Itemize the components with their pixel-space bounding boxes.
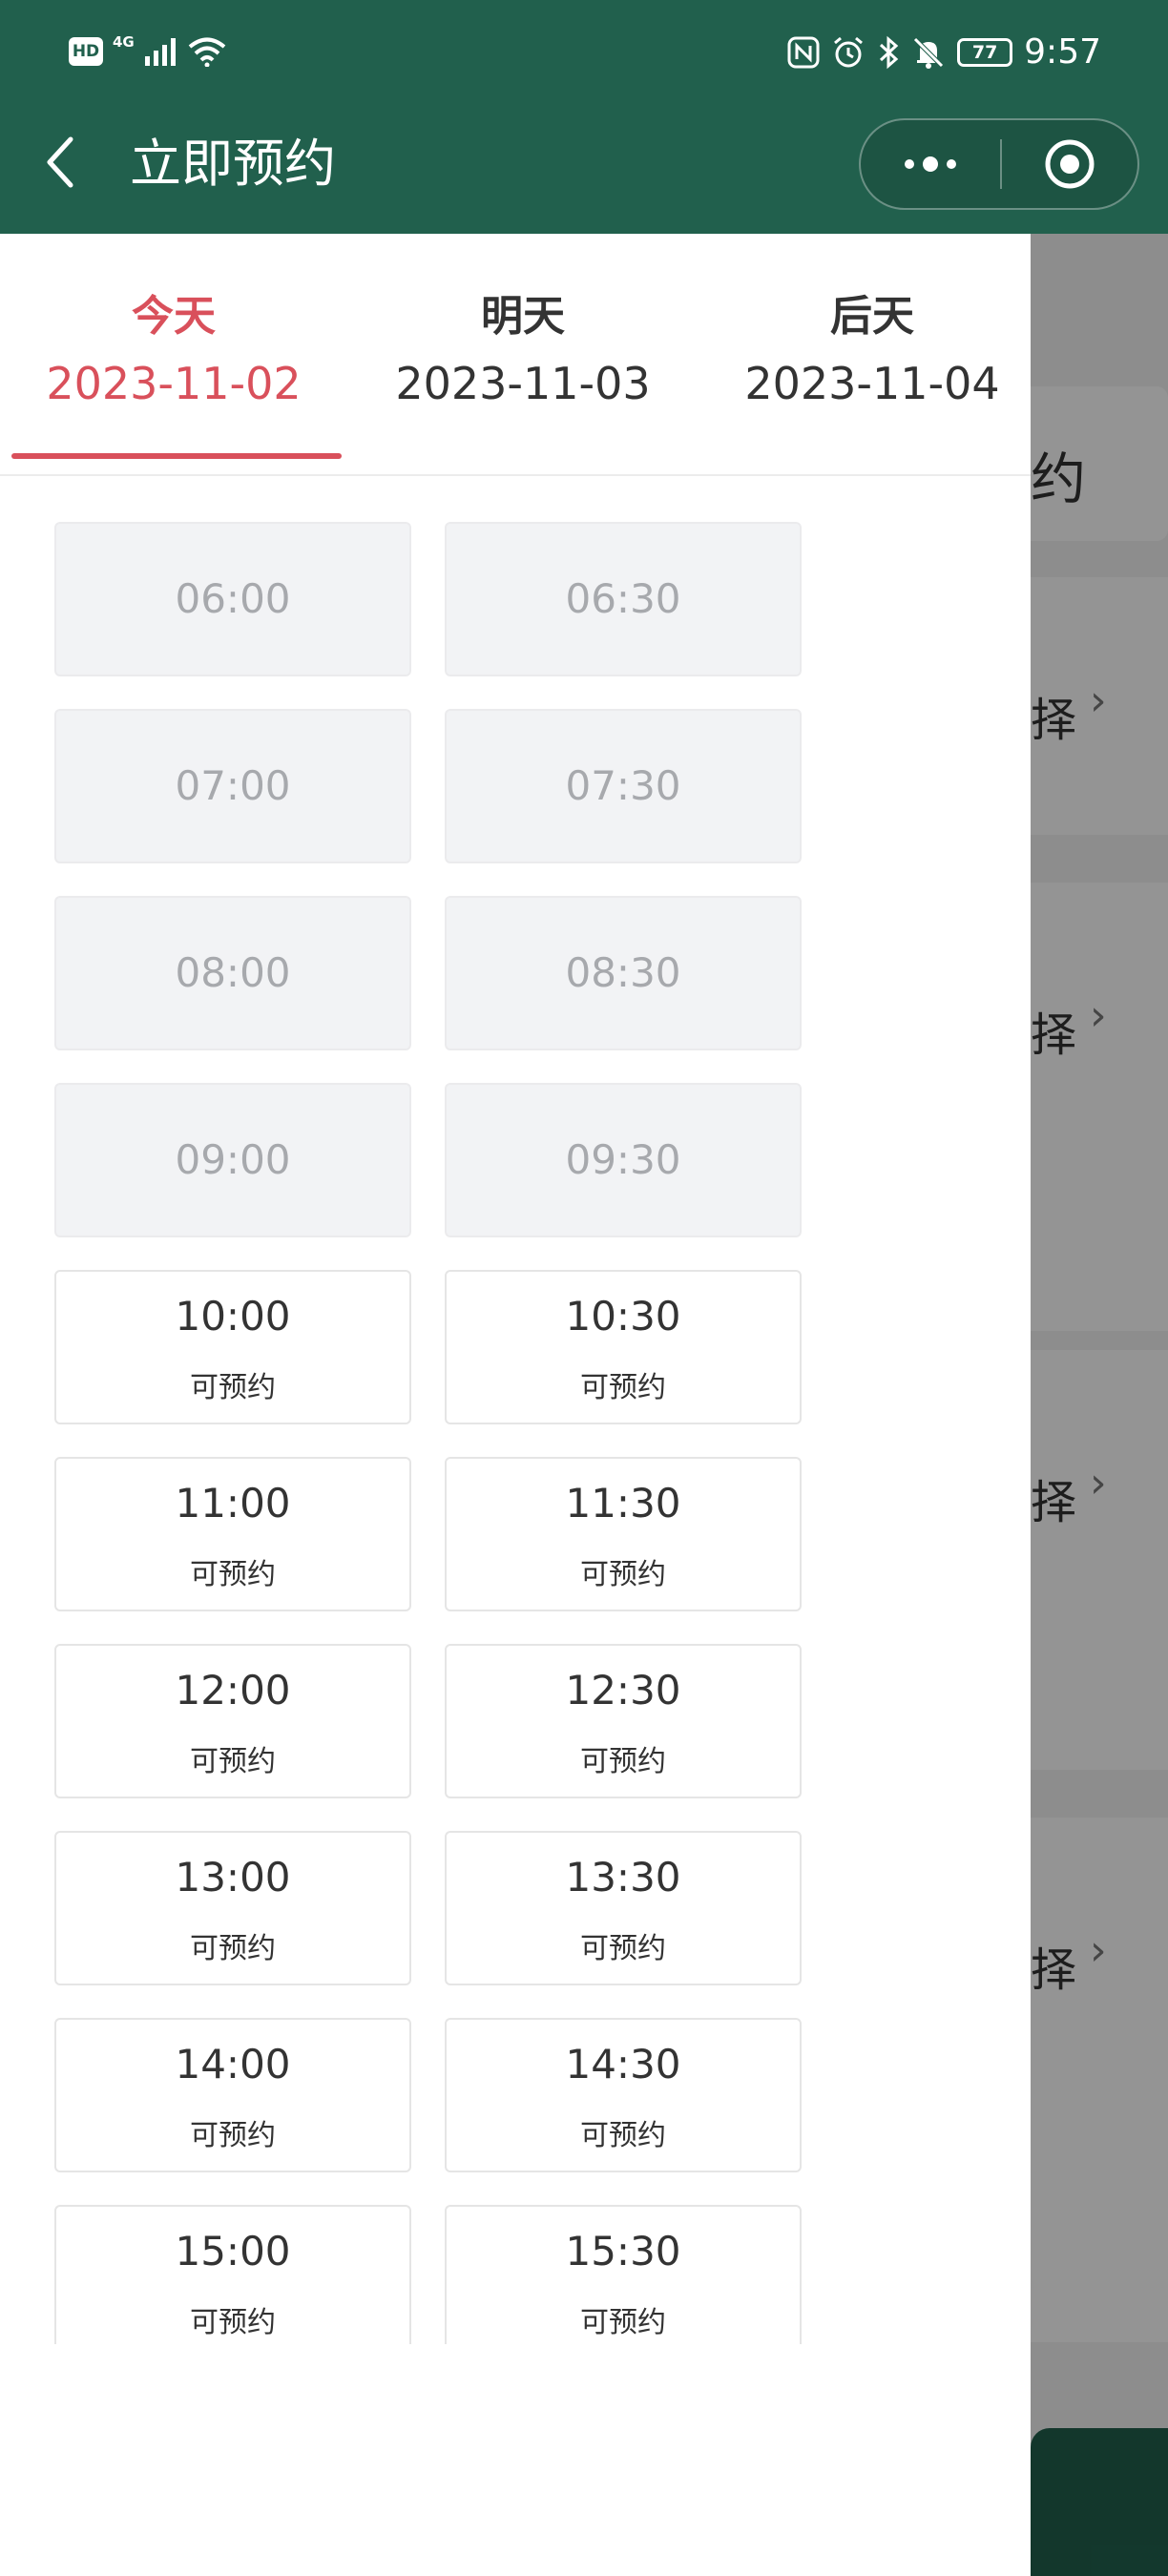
slot-status: 可预约 bbox=[580, 1932, 666, 1965]
time-slot[interactable]: 12:30 可预约 bbox=[445, 1644, 802, 1798]
bluetooth-icon bbox=[880, 35, 899, 69]
time-slot[interactable]: 14:00 可预约 bbox=[54, 2018, 411, 2172]
slot-time: 15:30 bbox=[565, 2228, 681, 2275]
tab-date-label: 2023-11-03 bbox=[395, 358, 651, 409]
tab-date-label: 2023-11-02 bbox=[46, 358, 302, 409]
time-slot: 06:30 bbox=[445, 522, 802, 676]
nfc-icon bbox=[787, 36, 820, 68]
time-slot: 09:00 bbox=[54, 1083, 411, 1237]
tab-day-label: 明天 bbox=[481, 292, 565, 341]
slot-time: 07:00 bbox=[175, 762, 291, 809]
slot-time: 11:30 bbox=[565, 1480, 681, 1527]
slot-status: 可预约 bbox=[190, 2119, 276, 2152]
time-slot: 07:30 bbox=[445, 709, 802, 863]
tab-day-label: 后天 bbox=[830, 292, 914, 341]
slot-status: 可预约 bbox=[580, 1371, 666, 1404]
date-tabs: 今天 2023-11-02 明天 2023-11-03 后天 2023-11-0… bbox=[0, 234, 1031, 476]
slot-time: 08:30 bbox=[565, 949, 681, 996]
slot-status: 可预约 bbox=[190, 1932, 276, 1965]
network-type: 4G bbox=[113, 33, 135, 51]
time-slot: 08:00 bbox=[54, 896, 411, 1050]
time-slot: 06:00 bbox=[54, 522, 411, 676]
slot-time: 14:30 bbox=[565, 2041, 681, 2088]
hd-badge: HD bbox=[69, 37, 103, 66]
slot-time: 14:00 bbox=[175, 2041, 291, 2088]
target-circle-icon bbox=[1045, 139, 1095, 189]
top-bar: HD 4G 77 9:57 立即预约 bbox=[0, 0, 1168, 234]
slot-time: 07:30 bbox=[565, 762, 681, 809]
slot-time: 06:00 bbox=[175, 575, 291, 622]
time-slot[interactable]: 14:30 可预约 bbox=[445, 2018, 802, 2172]
slot-status: 可预约 bbox=[190, 1371, 276, 1404]
time-slot[interactable]: 10:30 可预约 bbox=[445, 1270, 802, 1424]
alarm-icon bbox=[834, 36, 864, 67]
more-button[interactable] bbox=[861, 120, 1000, 208]
time-slot[interactable]: 11:30 可预约 bbox=[445, 1457, 802, 1611]
slot-time: 13:00 bbox=[175, 1854, 291, 1901]
time-slot[interactable]: 12:00 可预约 bbox=[54, 1644, 411, 1798]
slot-time: 08:00 bbox=[175, 949, 291, 996]
back-button[interactable] bbox=[38, 134, 86, 191]
page-title: 立即预约 bbox=[130, 134, 336, 194]
time-slot[interactable]: 15:30 可预约 bbox=[445, 2205, 802, 2344]
mute-bell-icon bbox=[913, 36, 944, 69]
time-slot[interactable]: 13:00 可预约 bbox=[54, 1831, 411, 1985]
close-miniprogram-button[interactable] bbox=[1002, 120, 1137, 208]
slot-time: 11:00 bbox=[175, 1480, 291, 1527]
slot-time: 12:00 bbox=[175, 1667, 291, 1714]
time-slot: 07:00 bbox=[54, 709, 411, 863]
slot-time: 10:30 bbox=[565, 1293, 681, 1340]
battery-indicator: 77 bbox=[957, 37, 1013, 67]
tab-date-label: 2023-11-04 bbox=[744, 358, 1000, 409]
tab-day-after-tomorrow[interactable]: 后天 2023-11-04 bbox=[700, 234, 1031, 474]
time-slot: 08:30 bbox=[445, 896, 802, 1050]
slot-time: 10:00 bbox=[175, 1293, 291, 1340]
time-slot[interactable]: 11:00 可预约 bbox=[54, 1457, 411, 1611]
status-left: HD 4G bbox=[69, 33, 226, 67]
slot-status: 可预约 bbox=[580, 2119, 666, 2152]
wifi-icon bbox=[188, 37, 226, 67]
status-time: 9:57 bbox=[1024, 32, 1101, 72]
time-picker-drawer: 今天 2023-11-02 明天 2023-11-03 后天 2023-11-0… bbox=[0, 234, 1031, 2576]
slot-status: 可预约 bbox=[190, 1745, 276, 1778]
slot-status: 可预约 bbox=[190, 2306, 276, 2339]
tab-today[interactable]: 今天 2023-11-02 bbox=[2, 234, 345, 474]
slot-time: 09:00 bbox=[175, 1136, 291, 1183]
active-tab-indicator bbox=[11, 453, 342, 459]
chevron-left-icon bbox=[47, 136, 73, 188]
slot-status: 可预约 bbox=[580, 1558, 666, 1591]
slot-time: 06:30 bbox=[565, 575, 681, 622]
status-right: 77 9:57 bbox=[787, 32, 1101, 72]
slot-status: 可预约 bbox=[580, 2306, 666, 2339]
time-slot: 09:30 bbox=[445, 1083, 802, 1237]
more-dots-icon bbox=[905, 156, 956, 172]
miniprogram-capsule bbox=[859, 118, 1139, 210]
slot-time: 12:30 bbox=[565, 1667, 681, 1714]
slot-status: 可预约 bbox=[580, 1745, 666, 1778]
time-slot[interactable]: 15:00 可预约 bbox=[54, 2205, 411, 2344]
slot-time: 15:00 bbox=[175, 2228, 291, 2275]
time-slot[interactable]: 10:00 可预约 bbox=[54, 1270, 411, 1424]
signal-icon bbox=[144, 38, 176, 66]
tab-tomorrow[interactable]: 明天 2023-11-03 bbox=[351, 234, 695, 474]
slot-time: 09:30 bbox=[565, 1136, 681, 1183]
overlay-mask[interactable] bbox=[1031, 234, 1168, 2576]
time-slot-grid: 06:00 06:30 07:00 07:30 08:00 08:30 09:0… bbox=[0, 476, 1031, 2344]
tab-day-label: 今天 bbox=[132, 292, 216, 341]
slot-time: 13:30 bbox=[565, 1854, 681, 1901]
time-slot[interactable]: 13:30 可预约 bbox=[445, 1831, 802, 1985]
slot-status: 可预约 bbox=[190, 1558, 276, 1591]
